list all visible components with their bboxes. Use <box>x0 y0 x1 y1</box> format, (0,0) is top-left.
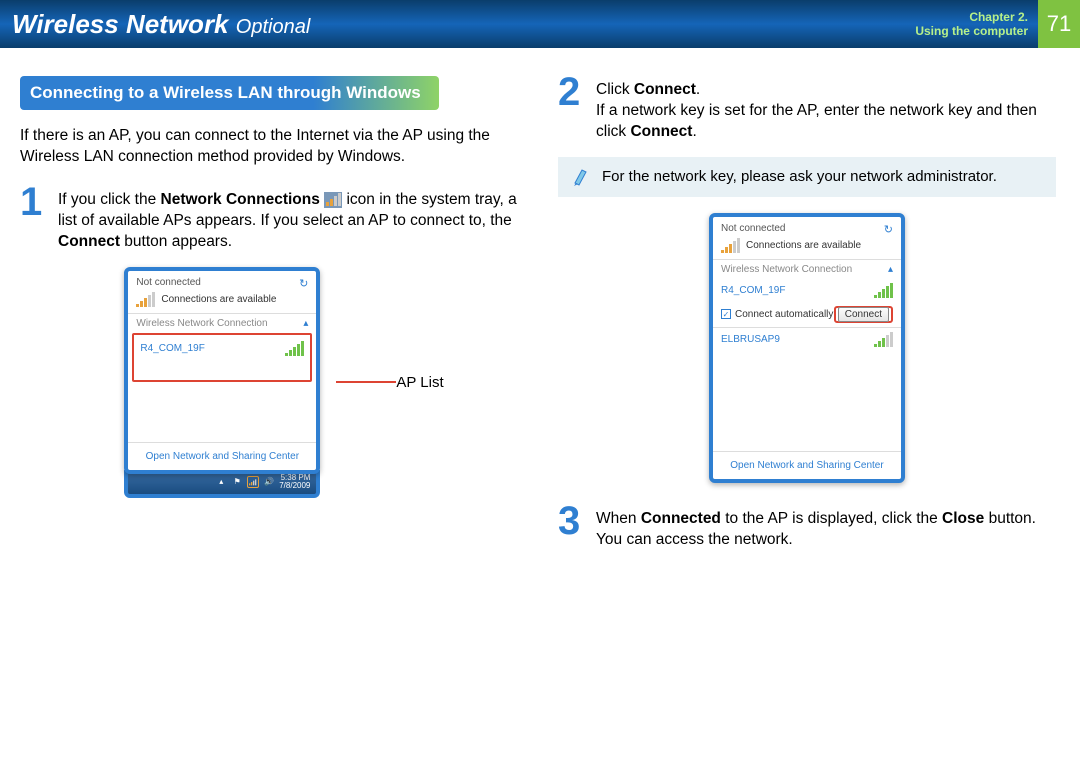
section-banner: Connecting to a Wireless LAN through Win… <box>20 76 439 110</box>
step2-b: Connect <box>634 81 696 98</box>
step-1: 1 If you click the Network Connections i… <box>20 186 518 253</box>
chevron-up-icon[interactable]: ▴ <box>888 264 893 275</box>
step-3-number: 3 <box>558 505 586 551</box>
step2-f: . <box>692 123 696 140</box>
step1-text-d: Connect <box>58 233 120 250</box>
step3-b: Connected <box>641 510 721 527</box>
left-column: Connecting to a Wireless LAN through Win… <box>20 76 518 565</box>
note-icon <box>572 167 592 187</box>
popup1-status: Not connected ↻ <box>128 271 316 290</box>
popup2-avail-row: Connections are available <box>713 236 901 259</box>
popup2-not-connected: Not connected <box>721 223 786 234</box>
step-2: 2 Click Connect. If a network key is set… <box>558 76 1056 143</box>
connect-button-highlight: Connect <box>834 306 893 323</box>
step1-text-a: If you click the <box>58 191 161 208</box>
header-title: Wireless Network Optional <box>12 9 310 40</box>
popup1-not-connected: Not connected <box>136 277 201 288</box>
chapter-line: Chapter 2. <box>915 10 1028 24</box>
header-title-main: Wireless Network <box>12 9 229 39</box>
tray-up-icon[interactable]: ▴ <box>215 476 227 488</box>
popup2-wireless-title: Wireless Network Connection ▴ <box>713 259 901 279</box>
refresh-icon[interactable]: ↻ <box>884 223 893 236</box>
tray-network-icon[interactable] <box>247 476 259 488</box>
step2-e: Connect <box>630 123 692 140</box>
open-network-sharing-link[interactable]: Open Network and Sharing Center <box>713 451 901 479</box>
step2-c: . <box>696 81 700 98</box>
right-column: 2 Click Connect. If a network key is set… <box>558 76 1056 565</box>
taskbar-clock[interactable]: 5:38 PM 7/8/2009 <box>279 474 310 490</box>
clock-date: 7/8/2009 <box>279 482 310 490</box>
signal-bars-icon <box>874 283 893 298</box>
note-box: For the network key, please ask your net… <box>558 157 1056 197</box>
step-1-body: If you click the Network Connections ico… <box>58 186 518 253</box>
tray-flag-icon[interactable]: ⚑ <box>231 476 243 488</box>
signal-bars-icon <box>285 341 304 356</box>
step-2-number: 2 <box>558 76 586 143</box>
popup1-avail-row: Connections are available <box>128 290 316 313</box>
header-title-optional: Optional <box>236 16 311 38</box>
step1-text-e: button appears. <box>120 233 232 250</box>
connect-automatically-checkbox[interactable]: ✓ Connect automatically <box>721 309 833 320</box>
step3-e: button. <box>984 510 1036 527</box>
connect-row: ✓ Connect automatically Connect <box>713 302 901 327</box>
step-2-body: Click Connect. If a network key is set f… <box>596 76 1056 143</box>
popup1-wireless-title-text: Wireless Network Connection <box>136 318 267 329</box>
popup1-ap1-name: R4_COM_19F <box>140 343 204 354</box>
popup2-wireless-title-text: Wireless Network Connection <box>721 264 852 275</box>
section-line: Using the computer <box>915 24 1028 38</box>
popup2-ap1-name: R4_COM_19F <box>721 285 785 296</box>
open-network-sharing-link[interactable]: Open Network and Sharing Center <box>128 442 316 470</box>
page-header: Wireless Network Optional Chapter 2. Usi… <box>0 0 1080 48</box>
popup2-status: Not connected ↻ <box>713 217 901 236</box>
connect-auto-label: Connect automatically <box>735 309 833 320</box>
signal-bars-icon <box>874 332 893 347</box>
connect-button[interactable]: Connect <box>838 307 889 322</box>
note-text: For the network key, please ask your net… <box>602 168 997 185</box>
figure-2: Not connected ↻ Connections are availabl… <box>558 213 1056 483</box>
popup1-avail-text: Connections are available <box>161 294 276 305</box>
ap-list-callout: AP List <box>396 374 443 391</box>
taskbar: ▴ ⚑ 🔊 5:38 PM 7/8/2009 <box>124 470 320 498</box>
network-popup-1: Not connected ↻ Connections are availabl… <box>124 267 320 474</box>
refresh-icon[interactable]: ↻ <box>299 277 308 290</box>
page-number-badge: 71 <box>1038 0 1080 48</box>
signal-bars-icon <box>136 292 155 307</box>
step3-c: to the AP is displayed, click the <box>721 510 942 527</box>
popup2-ap2-name: ELBRUSAP9 <box>721 334 780 345</box>
step-3: 3 When Connected to the AP is displayed,… <box>558 505 1056 551</box>
header-right: Chapter 2. Using the computer 71 <box>915 0 1080 48</box>
network-connections-icon <box>324 192 342 208</box>
signal-bars-icon <box>721 238 740 253</box>
intro-text: If there is an AP, you can connect to th… <box>20 126 518 168</box>
figure-1: Not connected ↻ Connections are availabl… <box>50 267 518 498</box>
popup-with-taskbar: Not connected ↻ Connections are availabl… <box>124 267 320 498</box>
popup2-ap-item-2[interactable]: ELBRUSAP9 <box>713 327 901 351</box>
chevron-up-icon[interactable]: ▴ <box>303 318 308 329</box>
checkbox-icon: ✓ <box>721 309 731 319</box>
step3-d: Close <box>942 510 984 527</box>
popup2-avail-text: Connections are available <box>746 240 861 251</box>
step-3-body: When Connected to the AP is displayed, c… <box>596 505 1036 551</box>
popup1-wireless-title: Wireless Network Connection ▴ <box>128 313 316 333</box>
step1-text-b: Network Connections <box>161 191 320 208</box>
tray-volume-icon[interactable]: 🔊 <box>263 476 275 488</box>
popup1-ap-item-highlighted[interactable]: R4_COM_19F <box>132 333 312 382</box>
callout-line <box>336 381 396 383</box>
network-popup-2: Not connected ↻ Connections are availabl… <box>709 213 905 483</box>
step-1-number: 1 <box>20 186 48 253</box>
step3-f: You can access the network. <box>596 531 793 548</box>
step3-a: When <box>596 510 641 527</box>
step2-a: Click <box>596 81 634 98</box>
popup2-ap-item-1[interactable]: R4_COM_19F <box>713 279 901 302</box>
